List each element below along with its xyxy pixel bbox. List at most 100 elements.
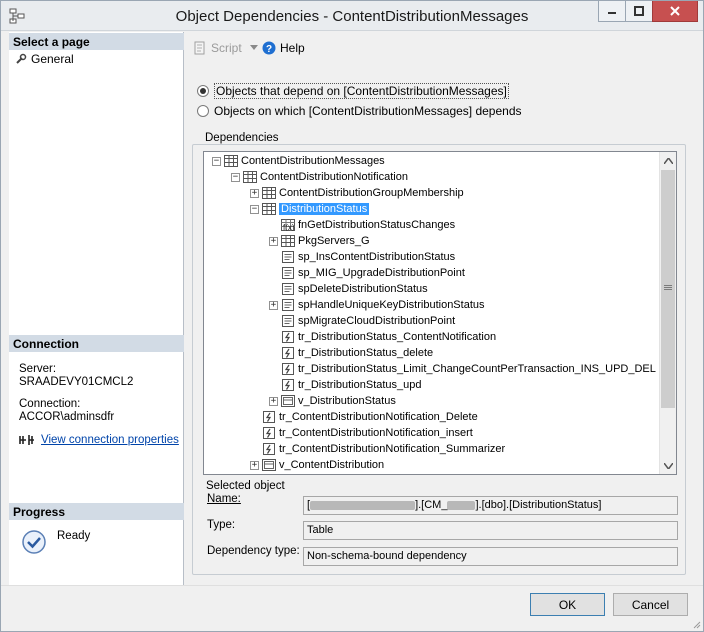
procedure-icon [282, 299, 294, 311]
tree-node[interactable]: tr_ContentDistributionNotification_Delet… [250, 409, 478, 425]
radio-objects-on-which-depends[interactable]: Objects on which [ContentDistributionMes… [197, 104, 522, 118]
tree-node-label: tr_ContentDistributionNotification_inser… [279, 427, 473, 439]
tree-node[interactable]: − DistributionStatus [250, 201, 370, 217]
tree-node[interactable]: + PkgServers_G [269, 233, 370, 249]
cancel-button[interactable]: Cancel [613, 593, 688, 616]
name-field[interactable]: [].[CM_].[dbo].[DistributionStatus] [303, 496, 678, 515]
scrollbar-thumb[interactable] [661, 170, 675, 408]
type-field[interactable]: Table [303, 521, 678, 540]
tree-node-label: PkgServers_G [298, 235, 370, 247]
tree-node[interactable]: tr_ContentDistributionNotification_Summa… [250, 441, 505, 457]
dependency-type-field[interactable]: Non-schema-bound dependency [303, 547, 678, 566]
script-label: Script [211, 41, 242, 55]
resize-grip-icon[interactable] [691, 619, 701, 629]
table-icon [224, 155, 238, 167]
tree-node[interactable]: tr_ContentDistributionNotification_inser… [250, 425, 473, 441]
tree-node-label: spHandleUniqueKeyDistributionStatus [298, 299, 485, 311]
toolbar: Script ? Help [185, 37, 695, 61]
chevron-down-icon [249, 45, 258, 50]
expand-icon[interactable]: + [269, 300, 278, 310]
radio-objects-that-depend-on[interactable]: Objects that depend on [ContentDistribut… [197, 83, 509, 99]
tree-node-label: ContentDistributionGroupMembership [279, 187, 464, 199]
tree-node[interactable]: + v_DistributionStatus [269, 393, 396, 409]
expand-icon[interactable]: + [269, 236, 278, 246]
expand-icon[interactable]: + [269, 396, 278, 406]
tree-node-label: spDeleteDistributionStatus [298, 283, 428, 295]
tree-node[interactable]: + spHandleUniqueKeyDistributionStatus [269, 297, 485, 313]
table-icon [243, 171, 257, 183]
help-button[interactable]: ? Help [262, 41, 305, 55]
tree-node[interactable]: + ContentDistributionGroupMembership [250, 185, 464, 201]
tree-node[interactable]: tr_DistributionStatus_Limit_ChangeCountP… [269, 361, 656, 377]
tree-node[interactable]: tr_DistributionStatus_upd [269, 377, 422, 393]
trigger-icon [263, 411, 275, 423]
collapse-icon[interactable]: − [250, 204, 259, 214]
collapse-icon[interactable]: − [212, 156, 221, 166]
ready-check-icon [22, 530, 46, 554]
tree-node[interactable]: − ContentDistributionNotification [231, 169, 408, 185]
tree-node[interactable]: f(x) fnGetDistributionStatusChanges [269, 217, 455, 233]
tree-node[interactable]: sp_MIG_UpgradeDistributionPoint [269, 265, 465, 281]
tree-node-label: tr_ContentDistributionNotification_Summa… [279, 443, 506, 455]
scroll-down-button[interactable] [660, 457, 676, 474]
help-icon: ? [262, 41, 276, 55]
tree-node-label: ContentDistributionMessages [241, 155, 385, 167]
name-value-part: ].[CM_ [415, 499, 448, 511]
tree-node[interactable]: + v_ContentDistribution [250, 457, 384, 473]
connection-header: Connection [9, 335, 184, 352]
tree-node[interactable]: spMigrateCloudDistributionPoint [269, 313, 455, 329]
left-panel: Select a page General Connection Server:… [9, 32, 184, 585]
wrench-icon [16, 53, 27, 64]
tree-vertical-scrollbar[interactable] [659, 152, 676, 474]
table-icon [262, 187, 276, 199]
procedure-icon [282, 315, 294, 327]
scroll-up-button[interactable] [660, 152, 676, 169]
script-button[interactable]: Script [193, 41, 258, 55]
tree-node[interactable]: tr_DistributionStatus_delete [269, 345, 433, 361]
maximize-button[interactable] [625, 1, 653, 22]
radio-depends-which-label: Objects on which [ContentDistributionMes… [214, 104, 522, 118]
tree-node[interactable]: − ContentDistributionMessages [212, 153, 385, 169]
tree-node-label: sp_MIG_UpgradeDistributionPoint [298, 267, 465, 279]
trigger-icon [282, 331, 294, 343]
trigger-icon [263, 427, 275, 439]
function-icon: f(x) [281, 219, 295, 231]
view-connection-properties-link[interactable]: View connection properties [19, 434, 179, 446]
view-icon [262, 459, 276, 471]
view-icon [281, 395, 295, 407]
name-label: Name: [207, 493, 241, 505]
minimize-button[interactable] [598, 1, 626, 22]
server-label: Server: [19, 363, 57, 375]
dependencies-group-title: Dependencies [202, 132, 282, 144]
chevron-up-icon [664, 157, 673, 164]
expand-icon[interactable]: + [250, 460, 259, 470]
tree-node-label: tr_ContentDistributionNotification_Delet… [279, 411, 478, 423]
tree-node-label: tr_DistributionStatus_Limit_ChangeCountP… [298, 363, 656, 375]
collapse-icon[interactable]: − [231, 172, 240, 182]
select-page-header: Select a page [9, 33, 184, 50]
redacted-server [310, 500, 416, 510]
expand-icon[interactable]: + [250, 188, 259, 198]
close-button[interactable] [652, 1, 698, 22]
tree-node[interactable]: sp_InsContentDistributionStatus [269, 249, 455, 265]
server-value: SRAADEVY01CMCL2 [19, 376, 134, 388]
page-item-general[interactable]: General [15, 52, 74, 66]
ok-button[interactable]: OK [530, 593, 605, 616]
dependencies-tree[interactable]: − ContentDistributionMessages − ContentDist… [203, 151, 677, 475]
connection-icon [19, 435, 34, 445]
close-icon [670, 6, 680, 16]
tree-node-label: sp_InsContentDistributionStatus [298, 251, 456, 263]
tree-node[interactable]: spDeleteDistributionStatus [269, 281, 428, 297]
tree-node-label: spMigrateCloudDistributionPoint [298, 315, 456, 327]
tree-node-label: tr_DistributionStatus_delete [298, 347, 434, 359]
tree-node[interactable]: tr_DistributionStatus_ContentNotificatio… [269, 329, 496, 345]
